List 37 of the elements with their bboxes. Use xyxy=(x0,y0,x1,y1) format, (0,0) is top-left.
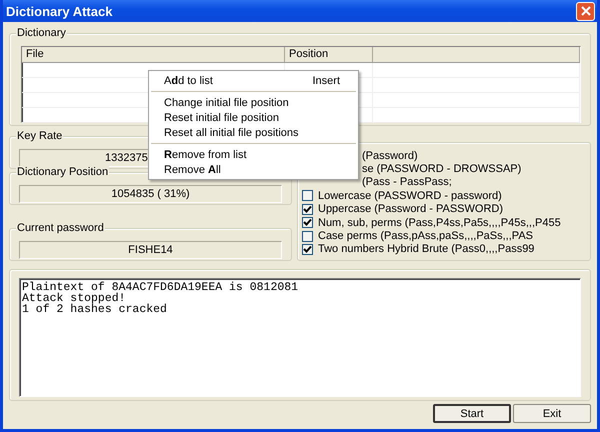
menu-item[interactable]: Reset all initial file positions xyxy=(149,125,358,140)
readout-value: 1054835 ( 31%) xyxy=(111,188,190,200)
dialog-button[interactable]: Exit xyxy=(513,404,591,423)
dialog-button[interactable]: Start xyxy=(433,404,511,423)
menu-item[interactable]: Change initial file position xyxy=(149,95,358,110)
checkbox[interactable] xyxy=(302,204,313,215)
shortcut-label: Insert xyxy=(312,74,340,86)
menu-item[interactable]: Add to list Insert xyxy=(149,73,358,88)
readout-value: FISHE14 xyxy=(128,244,173,256)
log-line: Plaintext of 8A4AC7FD6DA19EEA is 0812081 xyxy=(22,282,300,293)
close-icon xyxy=(580,6,590,16)
log-line: Attack stopped! xyxy=(22,293,126,304)
option-label: Uppercase (Password - PASSWORD) xyxy=(318,203,504,216)
menu-item[interactable]: Remove All xyxy=(149,162,358,177)
column-header[interactable]: File xyxy=(22,47,285,62)
menu-item[interactable]: Reset initial file position xyxy=(149,110,358,125)
checkbox[interactable] xyxy=(302,190,313,202)
checkbox[interactable] xyxy=(302,244,313,255)
menu-item[interactable]: Remove from list xyxy=(149,147,358,162)
group-label: Current password xyxy=(16,222,105,234)
checkbox[interactable] xyxy=(302,230,313,242)
group-label: Dictionary xyxy=(16,27,67,39)
option-label: (Pass - PassPass; xyxy=(362,176,452,188)
group-label: Key Rate xyxy=(16,130,64,142)
group-label: Dictionary Position xyxy=(16,166,110,178)
option-label: se (PASSWORD - DROWSSAP) xyxy=(362,163,522,176)
option-label: (Password) xyxy=(362,150,418,162)
window-title: Dictionary Attack xyxy=(6,4,112,18)
option-label: Two numbers Hybrid Brute (Pass0,,,,Pass99 xyxy=(318,243,534,256)
readout-value: 1332375 xyxy=(105,152,148,164)
close-button[interactable] xyxy=(576,2,595,20)
option-label: Case perms (Pass,pAss,paSs,,,,PaSs,,,PAS xyxy=(318,230,533,242)
log-line: 1 of 2 hashes cracked xyxy=(22,304,168,315)
column-header[interactable]: Position xyxy=(285,47,373,62)
checkbox[interactable] xyxy=(302,217,313,228)
option-label: Num, sub, perms (Pass,P4ss,Pa5s,,,,P45s,,,P455 xyxy=(318,216,561,229)
option-label: Lowercase (PASSWORD - password) xyxy=(318,190,502,202)
